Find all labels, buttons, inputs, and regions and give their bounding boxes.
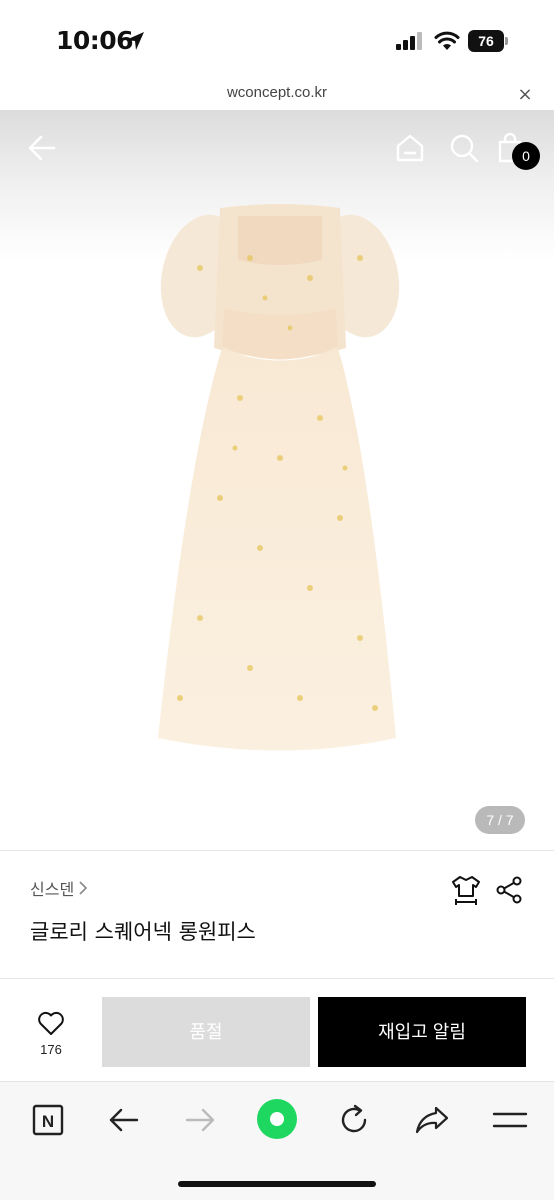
share-forward-icon[interactable] <box>412 1100 452 1140</box>
forward-icon[interactable] <box>180 1100 220 1140</box>
battery-icon: 76 <box>468 30 508 52</box>
size-guide-icon[interactable] <box>450 874 482 906</box>
chevron-right-icon <box>79 881 88 895</box>
brand-link[interactable]: 신스덴 <box>30 876 88 900</box>
home-indicator <box>178 1181 376 1187</box>
restock-alert-button[interactable]: 재입고 알림 <box>318 997 526 1067</box>
brand-name[interactable]: 신스덴 <box>30 876 74 900</box>
status-bar: 10:06 76 <box>0 0 554 82</box>
status-time: 10:06 <box>56 26 134 55</box>
menu-icon[interactable] <box>490 1100 530 1140</box>
dress-image <box>158 204 400 751</box>
back-icon[interactable] <box>104 1100 144 1140</box>
heart-icon[interactable] <box>37 1010 65 1036</box>
location-arrow-icon <box>126 32 144 50</box>
signal-icon <box>396 32 422 50</box>
close-icon[interactable]: × <box>514 84 536 106</box>
green-circle-icon[interactable] <box>256 1098 298 1140</box>
divider <box>0 978 554 979</box>
page-indicator: 7 / 7 <box>475 806 525 834</box>
divider <box>0 850 554 851</box>
soldout-button[interactable]: 품절 <box>102 997 310 1067</box>
product-name: 글로리 스퀘어넥 롱원피스 <box>30 920 256 944</box>
wishlist-button[interactable]: 176 <box>30 1010 72 1060</box>
battery-level: 76 <box>468 30 504 52</box>
naver-n-letter: N <box>42 1112 54 1131</box>
wish-count: 176 <box>40 1042 62 1057</box>
url-bar[interactable]: wconcept.co.kr × <box>0 82 554 110</box>
wifi-icon <box>434 31 460 50</box>
search-icon[interactable] <box>448 132 480 164</box>
back-arrow-icon[interactable] <box>26 132 58 164</box>
home-icon[interactable] <box>394 132 426 164</box>
reload-icon[interactable] <box>334 1100 374 1140</box>
url-text[interactable]: wconcept.co.kr <box>0 84 554 101</box>
naver-n-icon[interactable]: N <box>28 1100 68 1140</box>
cart-count-badge[interactable]: 0 <box>512 142 540 170</box>
share-icon[interactable] <box>495 876 523 904</box>
product-image-gallery[interactable]: 0 7 / 7 <box>0 110 554 850</box>
